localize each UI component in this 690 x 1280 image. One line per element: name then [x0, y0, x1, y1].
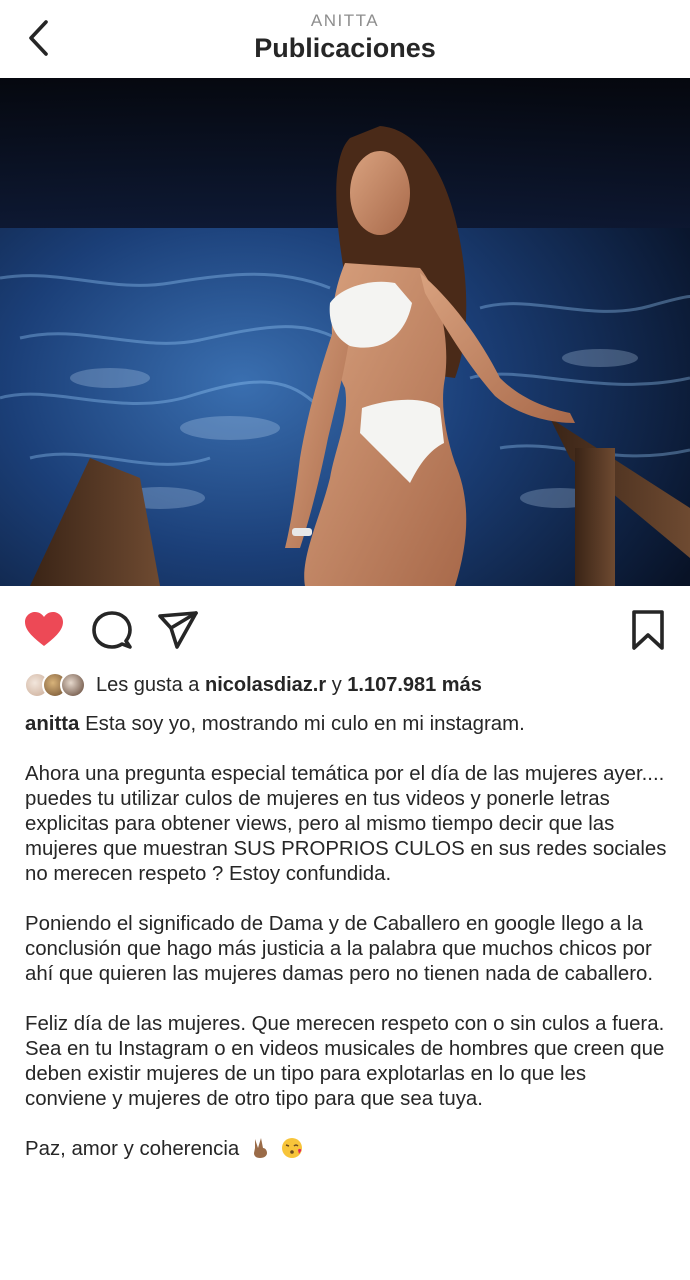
- likes-connector: y: [331, 673, 342, 696]
- comment-button[interactable]: [90, 608, 134, 652]
- page-title: Publicaciones: [254, 33, 436, 63]
- comment-icon: [92, 611, 132, 649]
- likes-count[interactable]: 1.107.981 más: [347, 674, 482, 696]
- save-button[interactable]: [626, 608, 670, 652]
- caption-text: Esta soy yo, mostrando mi culo en mi ins…: [85, 713, 525, 735]
- kissing-face-emoji-icon: [281, 1138, 302, 1158]
- like-button[interactable]: [22, 608, 66, 652]
- send-icon: [158, 611, 198, 649]
- share-button[interactable]: [156, 608, 200, 652]
- heart-icon: [25, 612, 63, 646]
- action-bar: [0, 586, 690, 670]
- post-image[interactable]: [0, 78, 690, 586]
- caption-paragraph: Ahora una pregunta especial temática por…: [25, 763, 667, 885]
- caption-text: Paz, amor y coherencia: [25, 1138, 240, 1160]
- avatar: [60, 672, 86, 698]
- bookmark-icon: [632, 610, 664, 650]
- post-caption: anitta Esta soy yo, mostrando mi culo en…: [25, 712, 670, 1162]
- likes-prefix: Les gusta a: [96, 673, 200, 696]
- liker-username[interactable]: nicolasdiaz.r: [205, 674, 326, 696]
- post-photo: [0, 78, 690, 586]
- caption-paragraph: Feliz día de las mujeres. Que merecen re…: [25, 1013, 665, 1110]
- caption-paragraph: Poniendo el significado de Dama y de Cab…: [25, 913, 653, 985]
- caption-paragraph: anitta Esta soy yo, mostrando mi culo en…: [25, 712, 670, 737]
- account-name: ANITTA: [310, 11, 380, 30]
- top-bar: ANITTA Publicaciones: [0, 0, 690, 78]
- caption-paragraph: Paz, amor y coherencia: [25, 1137, 670, 1162]
- liker-avatars: [24, 672, 86, 698]
- caption-username[interactable]: anitta: [25, 713, 79, 735]
- likes-row[interactable]: Les gusta a nicolasdiaz.r y 1.107.981 má…: [24, 670, 482, 700]
- victory-hand-emoji-icon: [253, 1138, 267, 1158]
- likes-text: Les gusta a nicolasdiaz.r y 1.107.981 má…: [96, 674, 482, 697]
